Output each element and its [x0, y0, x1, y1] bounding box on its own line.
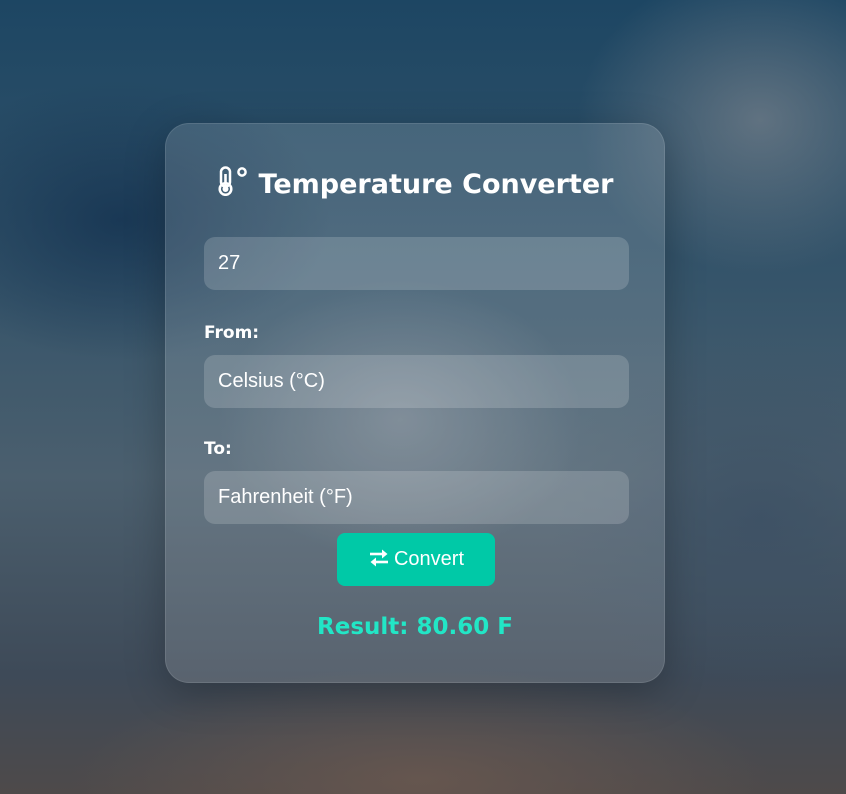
to-unit-select[interactable]: Fahrenheit (°F) [204, 471, 629, 524]
to-label: To: [204, 439, 232, 459]
swap-arrows-icon [368, 536, 390, 589]
from-unit-select[interactable]: Celsius (°C) [204, 355, 629, 408]
title-text: Temperature Converter [258, 169, 614, 200]
convert-label: Convert [393, 548, 465, 570]
thermometer-icon [217, 166, 251, 203]
temperature-input[interactable]: 27 [204, 237, 629, 290]
from-label: From: [204, 323, 260, 343]
page-title: Temperature Converter [166, 166, 664, 203]
convert-button[interactable]: Convert [337, 533, 495, 586]
result-text: Result: 80.60 F [317, 614, 513, 640]
converter-card: Temperature Converter 27 From: Celsius (… [165, 123, 665, 683]
